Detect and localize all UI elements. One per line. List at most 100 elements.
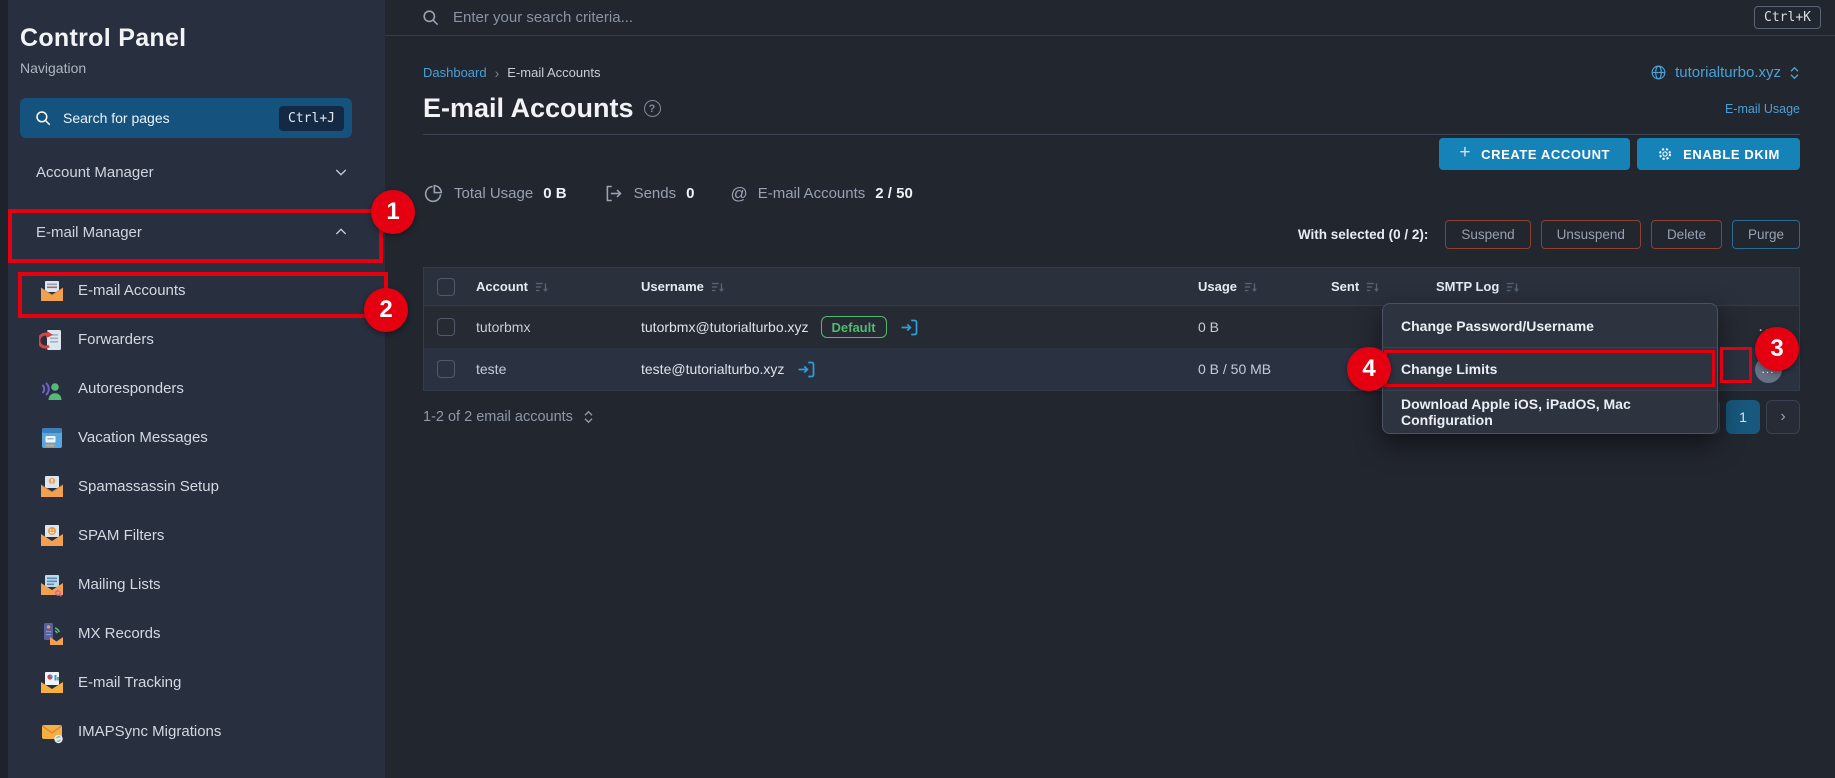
login-icon[interactable] bbox=[899, 317, 920, 338]
app-subtitle: Navigation bbox=[20, 60, 385, 76]
username: tutorbmx@tutorialturbo.xyz bbox=[641, 319, 809, 335]
updown-chevrons-icon bbox=[583, 410, 594, 424]
chevron-down-icon bbox=[333, 164, 349, 180]
imapsync-migrations-icon bbox=[39, 719, 65, 745]
vacation-messages-icon bbox=[39, 425, 65, 451]
at-sign-icon: @ bbox=[730, 184, 747, 204]
sidebar-item-forwarders[interactable]: Forwarders bbox=[20, 315, 385, 364]
sidebar-item-email-tracking[interactable]: E-mail Tracking bbox=[20, 658, 385, 707]
account-name: teste bbox=[476, 361, 641, 377]
sidebar-item-mailing-lists[interactable]: Mailing Lists bbox=[20, 560, 385, 609]
usage-value: 0 B / 50 MB bbox=[1198, 361, 1331, 377]
sidebar-item-vacation-messages[interactable]: Vacation Messages bbox=[20, 413, 385, 462]
sort-icon bbox=[711, 280, 725, 294]
shortcut-badge-sidebar: Ctrl+J bbox=[279, 106, 344, 131]
sort-icon bbox=[535, 280, 549, 294]
breadcrumb: Dashboard › E-mail Accounts tutorialturb… bbox=[423, 64, 1800, 81]
stats-row: Total Usage 0 B Sends 0 @ E-mail Account… bbox=[423, 183, 1800, 204]
domain-name: tutorialturbo.xyz bbox=[1675, 64, 1781, 81]
unsuspend-button[interactable]: Unsuspend bbox=[1541, 220, 1641, 249]
row-checkbox[interactable] bbox=[437, 318, 455, 336]
per-page-selector[interactable]: 1-2 of 2 email accounts bbox=[423, 409, 594, 425]
action-buttons: + CREATE ACCOUNT ENABLE DKIM bbox=[423, 138, 1800, 170]
sidebar-item-email-accounts[interactable]: E-mail Accounts bbox=[20, 266, 385, 315]
row-actions-button-open[interactable]: ... bbox=[1755, 356, 1782, 383]
spamassassin-setup-icon bbox=[39, 474, 65, 500]
sort-icon bbox=[1244, 280, 1258, 294]
page-1-button[interactable]: 1 bbox=[1726, 400, 1760, 434]
search-icon bbox=[421, 8, 440, 27]
mailing-lists-icon bbox=[39, 572, 65, 598]
header-username[interactable]: Username bbox=[641, 279, 1198, 294]
next-page-button[interactable]: › bbox=[1766, 400, 1800, 434]
title-row: E-mail Accounts ? E-mail Usage bbox=[423, 93, 1800, 124]
sidebar-items: E-mail Accounts Forwarders Autoresponder… bbox=[20, 266, 385, 756]
send-icon bbox=[603, 183, 624, 204]
chevron-right-icon: › bbox=[495, 65, 500, 81]
menu-item-download-config[interactable]: Download Apple iOS, iPadOS, Mac Configur… bbox=[1383, 390, 1717, 433]
email-usage-link[interactable]: E-mail Usage bbox=[1725, 102, 1800, 116]
sidebar-search-input[interactable] bbox=[63, 110, 268, 126]
breadcrumb-current: E-mail Accounts bbox=[507, 65, 600, 80]
menu-item-change-limits[interactable]: Change Limits bbox=[1383, 347, 1717, 390]
chevron-up-icon bbox=[333, 224, 349, 240]
forwarders-icon bbox=[39, 327, 65, 353]
divider bbox=[423, 134, 1800, 135]
autoresponders-icon bbox=[39, 376, 65, 402]
page-title: E-mail Accounts bbox=[423, 93, 634, 124]
row-checkbox[interactable] bbox=[437, 360, 455, 378]
sidebar-search[interactable]: Ctrl+J bbox=[20, 98, 352, 138]
create-account-button[interactable]: + CREATE ACCOUNT bbox=[1439, 138, 1630, 170]
delete-button[interactable]: Delete bbox=[1651, 220, 1722, 249]
global-search-bar: Ctrl+K bbox=[385, 0, 1835, 36]
email-accounts-icon bbox=[39, 278, 65, 304]
table-header: Account Username Usage Sent SMTP Log bbox=[424, 268, 1799, 306]
sidebar: Control Panel Navigation Ctrl+J Account … bbox=[0, 0, 385, 778]
row-actions-button[interactable]: ... bbox=[1758, 318, 1777, 336]
default-badge: Default bbox=[821, 316, 887, 338]
app-title: Control Panel bbox=[20, 24, 385, 53]
domain-selector[interactable]: tutorialturbo.xyz bbox=[1650, 64, 1800, 81]
account-name: tutorbmx bbox=[476, 319, 641, 335]
sidebar-section-account-manager[interactable]: Account Manager bbox=[20, 154, 385, 190]
pie-chart-icon bbox=[423, 183, 444, 204]
with-selected-row: With selected (0 / 2): Suspend Unsuspend… bbox=[423, 220, 1800, 249]
email-tracking-icon bbox=[39, 670, 65, 696]
globe-icon bbox=[1650, 64, 1667, 81]
usage-value: 0 B bbox=[1198, 319, 1331, 335]
search-icon bbox=[34, 109, 52, 127]
updown-chevrons-icon bbox=[1789, 66, 1800, 80]
sidebar-item-autoresponders[interactable]: Autoresponders bbox=[20, 364, 385, 413]
purge-button[interactable]: Purge bbox=[1732, 220, 1800, 249]
header-account[interactable]: Account bbox=[476, 279, 641, 294]
global-search-input[interactable] bbox=[453, 9, 1741, 26]
header-smtp-log[interactable]: SMTP Log bbox=[1436, 279, 1737, 294]
sidebar-item-imapsync-migrations[interactable]: IMAPSync Migrations bbox=[20, 707, 385, 756]
breadcrumb-dashboard-link[interactable]: Dashboard bbox=[423, 65, 487, 80]
header-usage[interactable]: Usage bbox=[1198, 279, 1331, 294]
select-all-checkbox[interactable] bbox=[437, 278, 455, 296]
menu-item-change-password[interactable]: Change Password/Username bbox=[1383, 304, 1717, 347]
shortcut-badge-topbar: Ctrl+K bbox=[1754, 6, 1821, 29]
sort-icon bbox=[1506, 280, 1520, 294]
stat-email-accounts: @ E-mail Accounts 2 / 50 bbox=[730, 184, 912, 204]
header-sent[interactable]: Sent bbox=[1331, 279, 1436, 294]
row-context-menu: Change Password/Username Change Limits D… bbox=[1382, 303, 1718, 434]
gear-icon bbox=[1657, 146, 1673, 162]
with-selected-label: With selected (0 / 2): bbox=[1298, 227, 1428, 242]
username: teste@tutorialturbo.xyz bbox=[641, 361, 784, 377]
mx-records-icon bbox=[39, 621, 65, 647]
sidebar-item-mx-records[interactable]: MX Records bbox=[20, 609, 385, 658]
sidebar-item-spamassassin-setup[interactable]: Spamassassin Setup bbox=[20, 462, 385, 511]
enable-dkim-button[interactable]: ENABLE DKIM bbox=[1637, 138, 1800, 170]
stat-total-usage: Total Usage 0 B bbox=[423, 183, 567, 204]
suspend-button[interactable]: Suspend bbox=[1445, 220, 1530, 249]
login-icon[interactable] bbox=[796, 359, 817, 380]
stat-sends: Sends 0 bbox=[603, 183, 695, 204]
sidebar-item-spam-filters[interactable]: SPAM Filters bbox=[20, 511, 385, 560]
sidebar-section-email-manager[interactable]: E-mail Manager bbox=[20, 214, 385, 250]
sort-icon bbox=[1366, 280, 1380, 294]
spam-filters-icon bbox=[39, 523, 65, 549]
plus-icon: + bbox=[1459, 142, 1471, 164]
help-icon[interactable]: ? bbox=[644, 100, 661, 117]
